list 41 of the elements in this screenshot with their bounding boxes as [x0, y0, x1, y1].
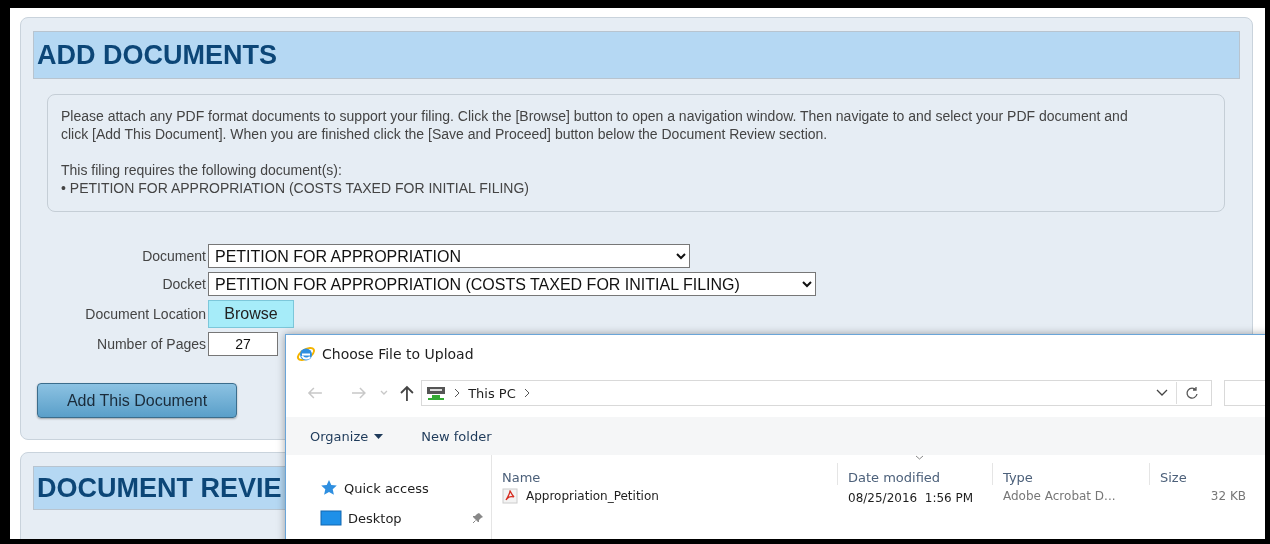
column-header[interactable]: Date modified [848, 470, 941, 485]
instructions-text: Please attach any PDF format documents to support your filing. Click the [Browse] button to open a navigation window. Then navigate to and select your PDF document and click [Add This Document]. When you are finished click the [Save and Proceed] button below the Document Review section. [61, 107, 1129, 143]
file-size: 32 KB [1209, 489, 1246, 503]
browse-button[interactable]: Browse [208, 300, 294, 328]
dropdown-caret-icon [374, 433, 384, 439]
column-header[interactable]: Size [1160, 470, 1187, 485]
file-name[interactable]: Appropriation_Petition [526, 489, 659, 503]
column-header[interactable]: Name [502, 470, 541, 485]
nav-item[interactable]: Quick access [344, 480, 429, 496]
dropdown[interactable]: PETITION FOR APPROPRIATION (COSTS TAXED FOR INITIAL FILING) [208, 272, 816, 296]
input-field[interactable]: 27 [208, 332, 278, 356]
desktop-icon [320, 510, 342, 526]
requirement-item: • PETITION FOR APPROPRIATION (COSTS TAXED FOR INITIAL FILING) [61, 179, 530, 197]
requirements-heading: This filing requires the following document(s): [61, 161, 343, 179]
chevron-down-icon[interactable] [1156, 389, 1169, 397]
file-date: 08/25/2016 1:56 PM [847, 490, 975, 505]
pdf-file-icon [502, 488, 518, 504]
section-title: DOCUMENT REVIE [37, 474, 282, 502]
toolbar-button[interactable]: New folder [421, 428, 492, 444]
address-bar[interactable]: This PC [421, 380, 1213, 406]
field-label: Document Location [85, 306, 207, 322]
star-icon [320, 479, 338, 497]
column-header[interactable]: Type [1003, 470, 1033, 485]
add-document-button[interactable]: Add This Document [37, 383, 237, 418]
field-label: Document [142, 248, 207, 264]
file-type: Adobe Acrobat D... [1002, 489, 1117, 503]
pin-icon[interactable] [472, 512, 484, 524]
field-label: Number of Pages [97, 336, 207, 352]
up-arrow-icon[interactable] [399, 384, 416, 402]
field-label: Docket [162, 276, 207, 292]
computer-icon [426, 385, 447, 401]
address-text: This PC [468, 385, 516, 401]
nav-item[interactable]: Desktop [348, 510, 402, 526]
section-title: ADD DOCUMENTS [37, 41, 277, 69]
chevron-right-icon [454, 388, 461, 398]
refresh-icon[interactable] [1185, 386, 1200, 400]
dialog-title: Choose File to Upload [322, 346, 474, 362]
chevron-right-icon [523, 388, 530, 398]
toolbar-button[interactable]: Organize [310, 428, 384, 444]
browser-icon [296, 344, 316, 364]
dropdown[interactable]: PETITION FOR APPROPRIATION [208, 244, 690, 268]
